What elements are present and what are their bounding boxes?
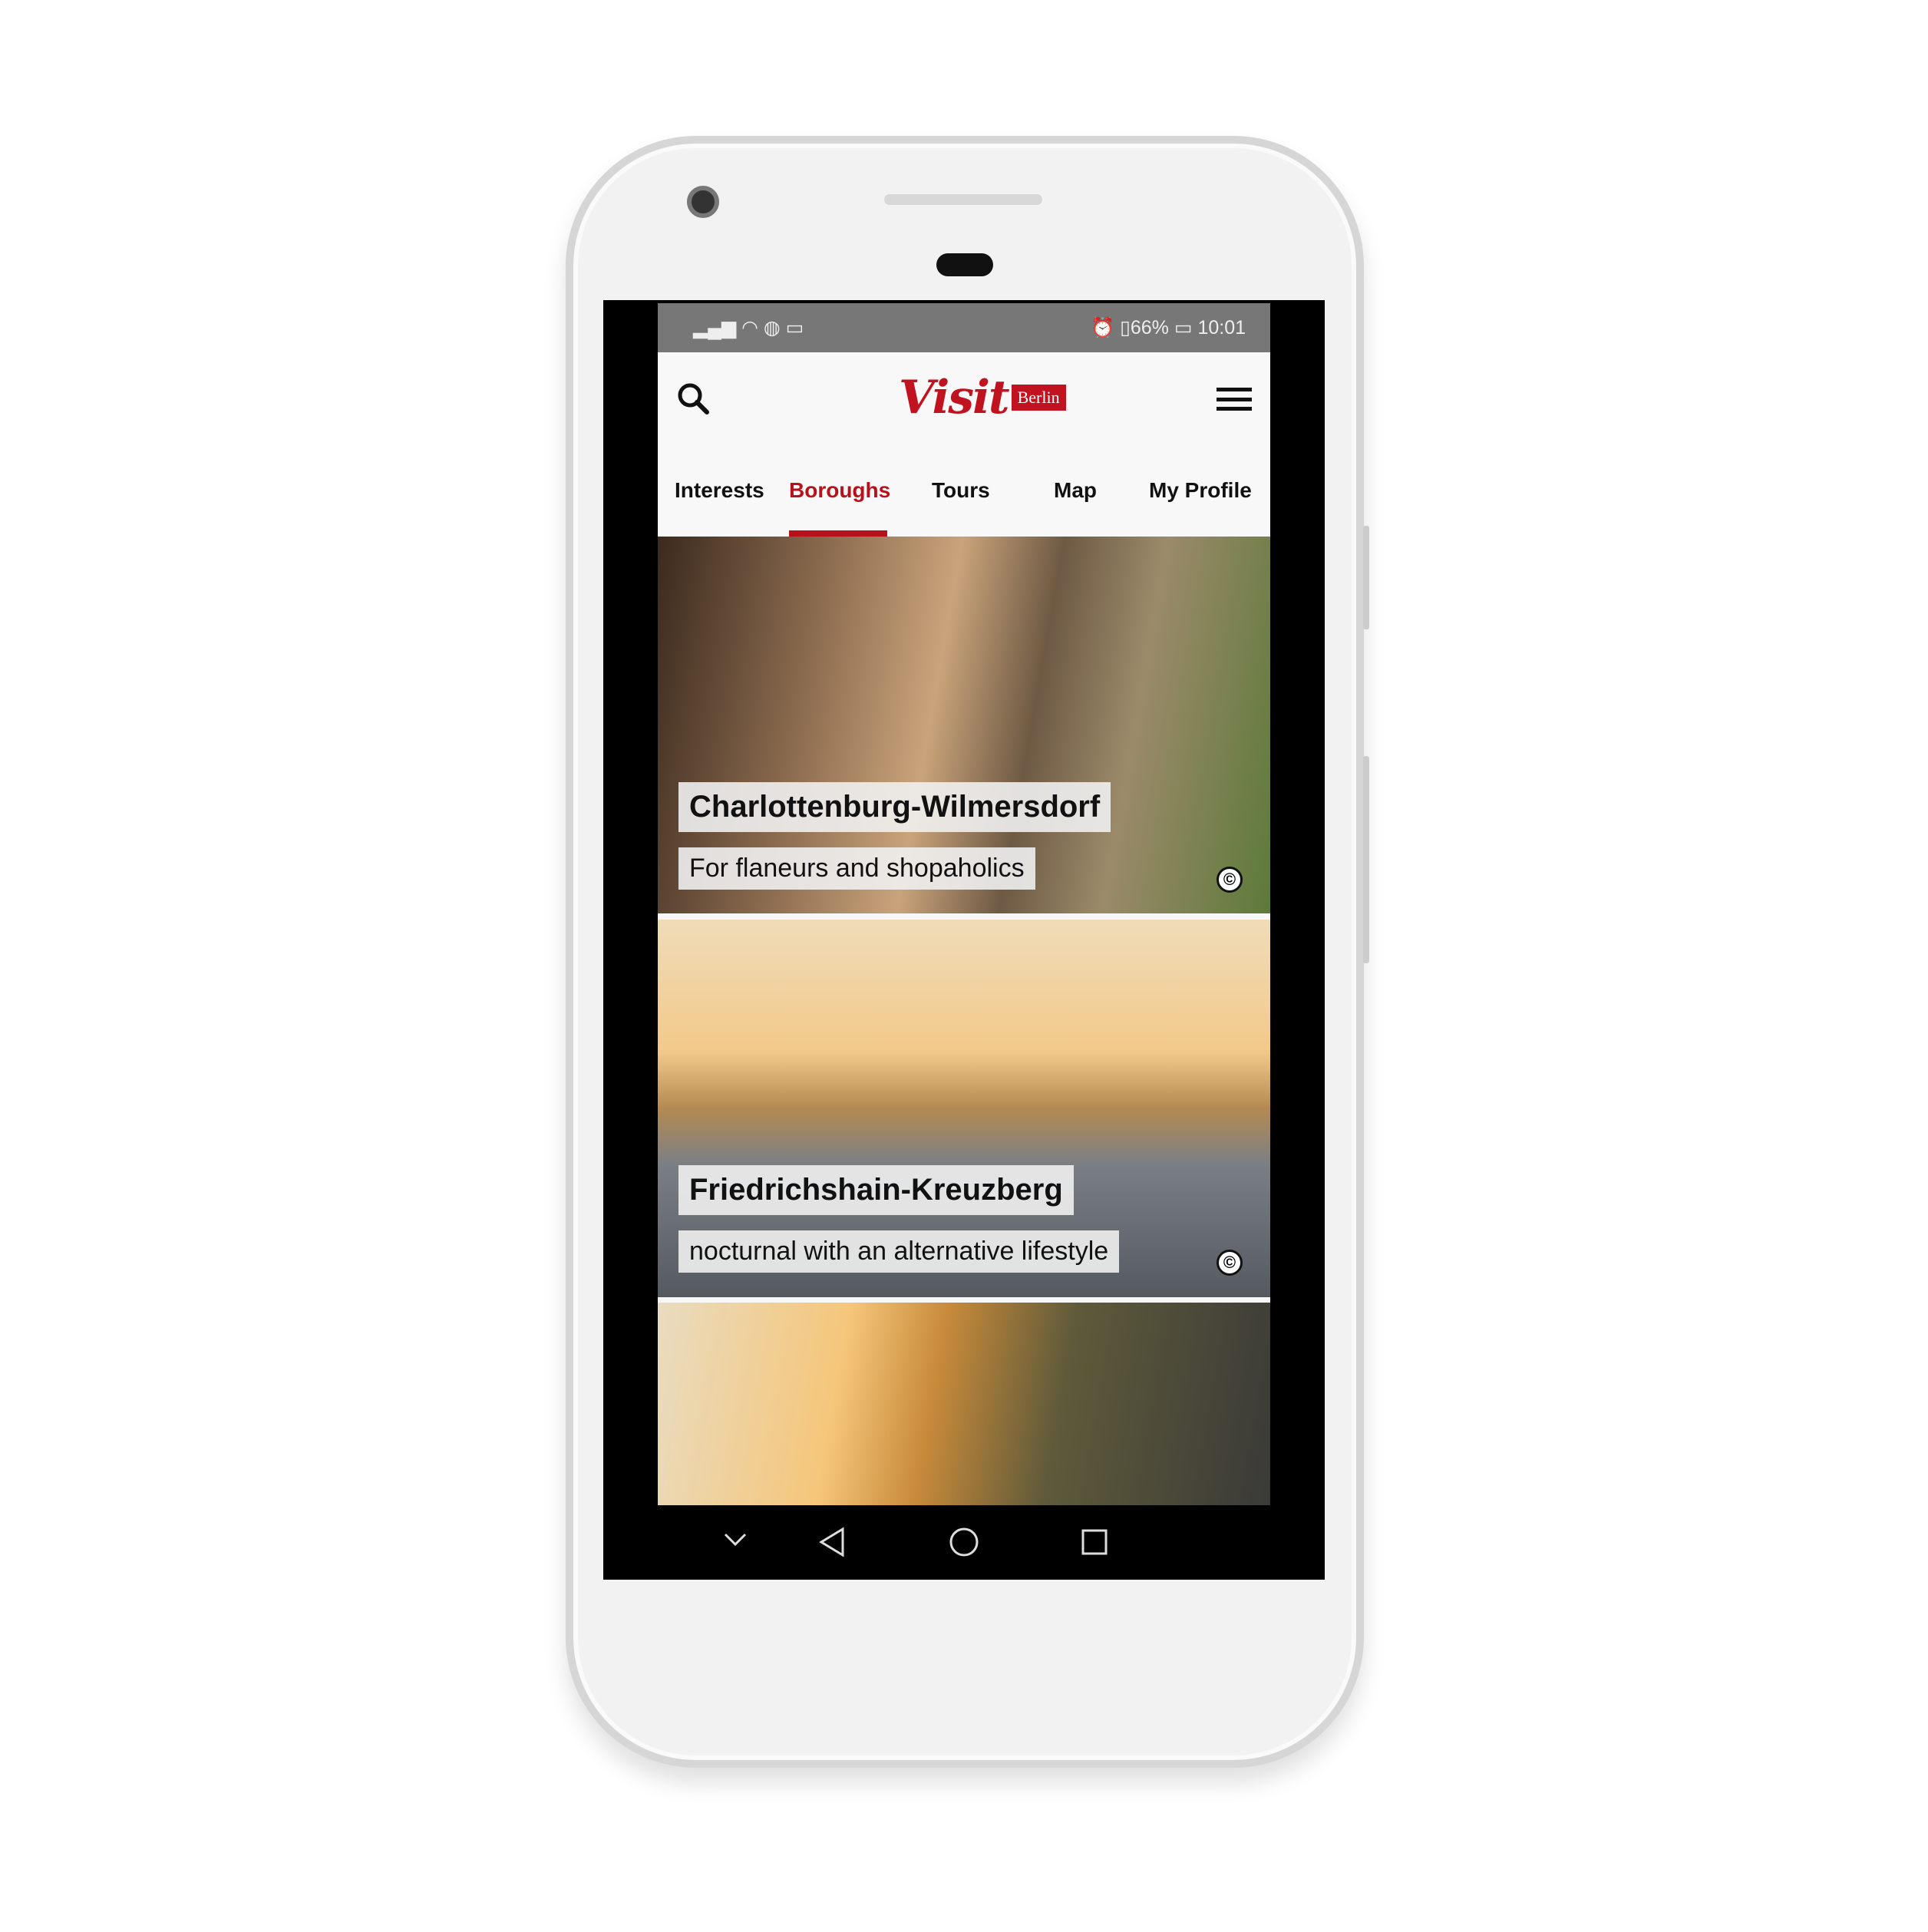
visit-berlin-logo[interactable]: Visit Berlin xyxy=(899,371,1066,424)
app: ▂▄▆ ◠ ◍ ▭ ⏰ ▯66% ▭ 10:01 Visit Berlin In… xyxy=(658,303,1270,1505)
tab-bar: Interests Boroughs Tours Map My Profile xyxy=(658,444,1270,537)
card-subtitle: For flaneurs and shopaholics xyxy=(678,847,1035,890)
active-tab-indicator xyxy=(789,530,887,537)
volume-button xyxy=(1363,756,1369,963)
status-icons-left: ▂▄▆ ◠ ◍ ▭ xyxy=(693,317,804,339)
vibrate-icon: ▯ xyxy=(1120,317,1131,339)
back-icon[interactable] xyxy=(819,1527,845,1557)
home-icon[interactable] xyxy=(949,1527,979,1557)
chevron-down-icon[interactable] xyxy=(723,1532,748,1547)
tab-map[interactable]: Map xyxy=(1054,478,1097,503)
clock: 10:01 xyxy=(1197,317,1246,339)
card-subtitle: nocturnal with an alternative lifestyle xyxy=(678,1230,1120,1273)
copyright-icon[interactable]: © xyxy=(1217,1250,1243,1276)
tab-tours[interactable]: Tours xyxy=(932,478,990,503)
status-bar: ▂▄▆ ◠ ◍ ▭ ⏰ ▯66% ▭ 10:01 xyxy=(658,303,1270,352)
earpiece-speaker xyxy=(884,194,1042,205)
card-title: Charlottenburg-Wilmersdorf xyxy=(678,782,1111,832)
recents-icon[interactable] xyxy=(1081,1528,1108,1556)
logo-badge: Berlin xyxy=(1011,385,1066,411)
app-header: Visit Berlin xyxy=(658,352,1270,444)
borough-card[interactable]: Friedrichshain-Kreuzberg nocturnal with … xyxy=(658,920,1270,1297)
search-icon[interactable] xyxy=(676,381,710,415)
borough-card[interactable] xyxy=(658,1303,1270,1505)
tab-interests[interactable]: Interests xyxy=(675,478,764,503)
alarm-icon: ⏰ xyxy=(1091,317,1115,339)
status-icons-right: ⏰ ▯66% ▭ 10:01 xyxy=(1091,316,1246,339)
proximity-sensor xyxy=(936,253,993,276)
tab-my-profile[interactable]: My Profile xyxy=(1149,478,1252,503)
battery-icon: ▭ xyxy=(1174,317,1193,339)
tab-boroughs[interactable]: Boroughs xyxy=(789,478,890,503)
android-nav-bar xyxy=(658,1505,1270,1580)
copyright-icon[interactable]: © xyxy=(1217,867,1243,893)
card-title: Friedrichshain-Kreuzberg xyxy=(678,1165,1074,1215)
battery-percent: 66% xyxy=(1130,317,1169,339)
borough-card[interactable]: Charlottenburg-Wilmersdorf For flaneurs … xyxy=(658,537,1270,913)
hamburger-menu-icon[interactable] xyxy=(1217,388,1252,411)
logo-script: Visit xyxy=(899,371,1010,424)
front-camera xyxy=(687,186,719,218)
power-button xyxy=(1363,526,1369,629)
